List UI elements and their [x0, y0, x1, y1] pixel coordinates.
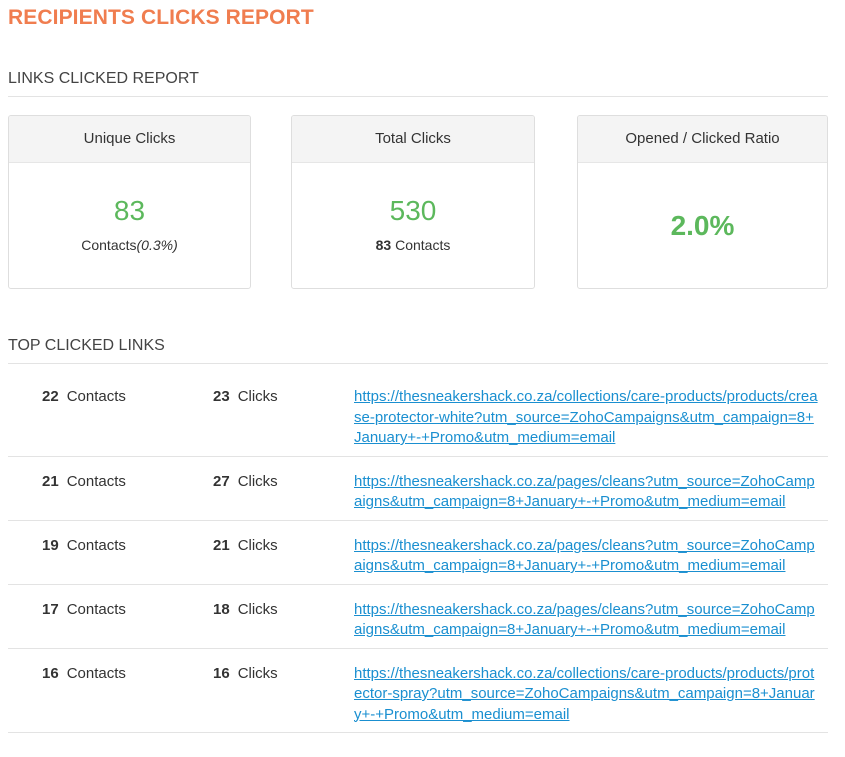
- link-row: 16 Contacts 16 Clicks https://thesneakershac…: [8, 649, 828, 733]
- total-clicks-label: Total Clicks: [292, 116, 534, 163]
- link-clicks-count: 23: [213, 388, 230, 405]
- link-clicks-count: 16: [213, 664, 230, 682]
- ratio-label: Opened / Clicked Ratio: [578, 116, 827, 163]
- opened-clicked-ratio-card: Opened / Clicked Ratio 2.0%: [577, 115, 828, 289]
- link-contacts-label: Contacts: [66, 388, 126, 405]
- unique-clicks-subtext: Contacts(0.3%): [9, 237, 250, 253]
- link-contacts-label: Contacts: [66, 472, 126, 490]
- link-clicks: 21 Clicks: [213, 537, 278, 554]
- link-clicks-label: Clicks: [237, 536, 278, 554]
- total-contacts-label: Contacts: [391, 237, 451, 253]
- unique-contacts-percent: (0.3%): [136, 237, 178, 253]
- link-contacts: 22 Contacts: [42, 388, 126, 405]
- link-contacts-count: 19: [42, 536, 59, 554]
- link-clicks-count: 27: [213, 472, 230, 490]
- top-links-table: 22 Contacts 23 Clicks https://thesneakershac…: [8, 372, 828, 733]
- unique-contacts-label: Contacts: [81, 237, 137, 253]
- unique-clicks-label: Unique Clicks: [9, 116, 250, 163]
- link-contacts-count: 17: [42, 600, 59, 618]
- link-contacts-label: Contacts: [66, 664, 126, 682]
- link-contacts-label: Contacts: [66, 536, 126, 554]
- total-clicks-value: 530: [389, 195, 437, 226]
- link-clicks: 18 Clicks: [213, 601, 278, 618]
- link-contacts-count: 21: [42, 472, 59, 490]
- unique-clicks-card: Unique Clicks 83 Contacts(0.3%): [8, 115, 251, 289]
- link-clicks: 23 Clicks: [213, 388, 278, 405]
- link-clicks-count: 21: [213, 536, 230, 554]
- link-clicks: 16 Clicks: [213, 665, 278, 682]
- link-row: 19 Contacts 21 Clicks https://thesneakershac…: [8, 521, 828, 585]
- link-contacts-label: Contacts: [66, 600, 126, 618]
- link-url[interactable]: https://thesneakershack.co.za/pages/clea…: [354, 536, 819, 577]
- link-contacts: 16 Contacts: [42, 665, 126, 682]
- link-clicks: 27 Clicks: [213, 473, 278, 490]
- link-clicks-label: Clicks: [237, 388, 278, 405]
- link-clicks-count: 18: [213, 600, 230, 618]
- link-url[interactable]: https://thesneakershack.co.za/collection…: [354, 664, 819, 726]
- unique-clicks-value: 83: [113, 195, 146, 226]
- link-contacts-count: 16: [42, 664, 59, 682]
- total-clicks-card: Total Clicks 530 83 Contacts: [291, 115, 535, 289]
- link-clicks-label: Clicks: [237, 472, 278, 490]
- total-clicks-subtext: 83 Contacts: [292, 237, 534, 253]
- link-clicks-label: Clicks: [237, 664, 278, 682]
- link-clicks-label: Clicks: [237, 600, 278, 618]
- total-contacts-count: 83: [375, 237, 392, 253]
- link-row: 22 Contacts 23 Clicks https://thesneakershac…: [8, 372, 828, 457]
- link-url[interactable]: https://thesneakershack.co.za/pages/clea…: [354, 472, 819, 513]
- link-contacts: 19 Contacts: [42, 537, 126, 554]
- link-url[interactable]: https://thesneakershack.co.za/collection…: [354, 387, 819, 449]
- link-row: 17 Contacts 18 Clicks https://thesneakershac…: [8, 585, 828, 649]
- link-contacts-count: 22: [42, 388, 59, 405]
- link-url[interactable]: https://thesneakershack.co.za/pages/clea…: [354, 600, 819, 641]
- top-clicked-links-heading: TOP CLICKED LINKS: [8, 337, 828, 364]
- links-clicked-heading: LINKS CLICKED REPORT: [8, 70, 828, 97]
- link-contacts: 21 Contacts: [42, 473, 126, 490]
- link-row: 21 Contacts 27 Clicks https://thesneakershac…: [8, 457, 828, 521]
- page-title: RECIPIENTS CLICKS REPORT: [8, 6, 314, 29]
- ratio-value: 2.0%: [670, 210, 735, 241]
- link-contacts: 17 Contacts: [42, 601, 126, 618]
